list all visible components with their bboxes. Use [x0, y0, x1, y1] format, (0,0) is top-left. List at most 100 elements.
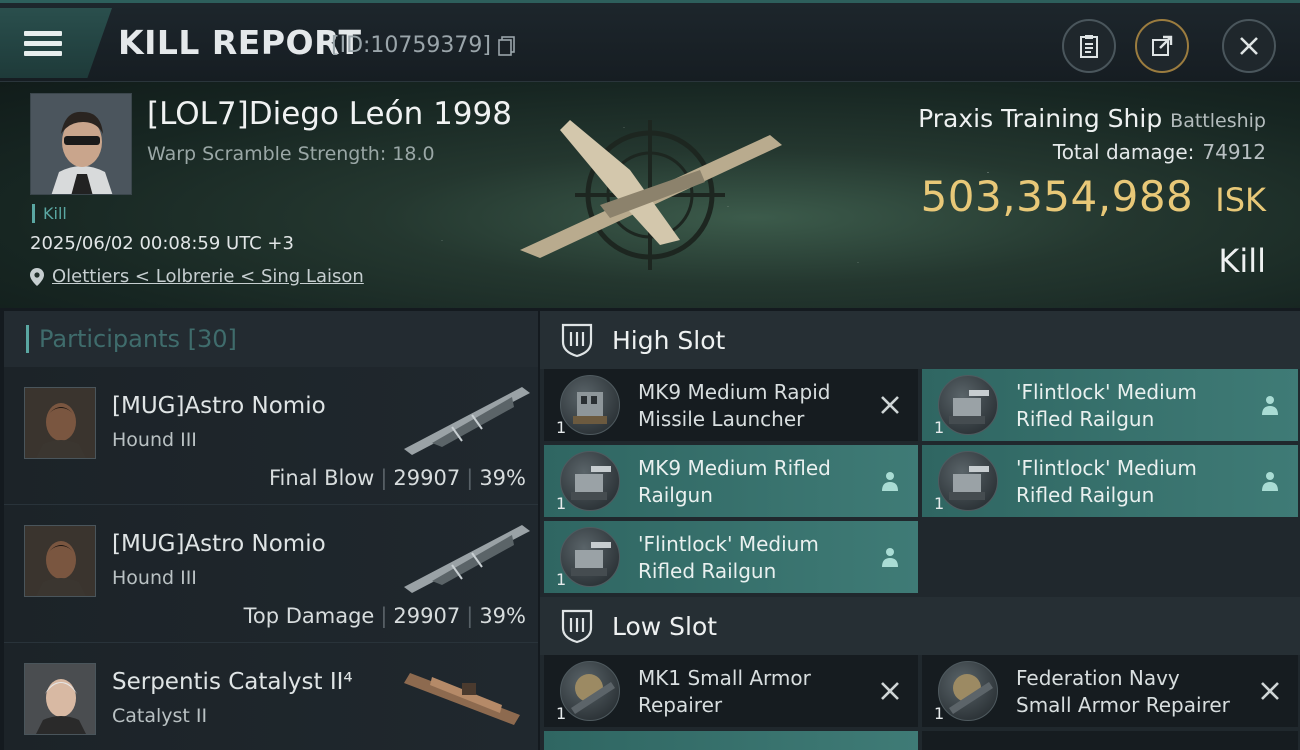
share-icon	[1152, 35, 1173, 56]
participant-ship: Hound III	[112, 567, 197, 589]
participants-panel: Participants [30] [MUG]Astro Nomio Hound…	[4, 311, 538, 750]
participant-row[interactable]: [MUG]Astro Nomio Hound III Final Blow | 29…	[4, 367, 538, 505]
module-quantity: 1	[934, 418, 945, 437]
module-item[interactable]: 1 'Flintlock' Medium Rifled Railgun	[922, 445, 1298, 517]
participant-damage-percent: 39%	[479, 466, 526, 490]
isk-unit: ISK	[1215, 181, 1266, 219]
close-icon	[1240, 37, 1258, 55]
destroyed-icon	[881, 396, 899, 414]
victim-panel: [LOL7]Diego León 1998 Warp Scramble Stre…	[0, 82, 1300, 308]
participant-avatar	[24, 387, 96, 459]
participant-name: [MUG]Astro Nomio	[112, 531, 326, 557]
module-item[interactable]: 1 'Flintlock' Medium Rifled Railgun	[922, 369, 1298, 441]
menu-button[interactable]	[0, 8, 112, 78]
warp-scramble-strength: Warp Scramble Strength: 18.0	[147, 143, 435, 165]
share-button[interactable]	[1135, 19, 1189, 73]
participant-name: Serpentis Catalyst II⁴	[112, 669, 353, 695]
participant-name: [MUG]Astro Nomio	[112, 393, 326, 419]
module-railgun-icon	[560, 451, 620, 511]
module-item[interactable]: 1 MK9 Medium Rapid Missile Launcher	[544, 369, 918, 441]
module-item[interactable]	[922, 731, 1298, 750]
empty-slot	[922, 521, 1298, 593]
participant-stats: Top Damage | 29907 | 39%	[244, 604, 526, 628]
clipboard-icon	[1080, 35, 1098, 58]
module-railgun-icon	[938, 451, 998, 511]
dropped-person-icon	[1262, 396, 1278, 415]
victim-ship-image	[520, 120, 782, 270]
kill-location[interactable]: Olettiers < Lolbrerie < Sing Laison	[30, 266, 364, 287]
hamburger-icon	[24, 26, 62, 61]
participant-ship-image	[404, 525, 530, 593]
module-item[interactable]	[544, 731, 918, 750]
module-railgun-icon	[560, 527, 620, 587]
module-launcher-icon	[560, 375, 620, 435]
module-name: Federation Navy Small Armor Repairer	[1016, 666, 1230, 717]
destroyed-icon	[1261, 682, 1279, 700]
top-bar: KILL REPORT [ID:10759379]	[0, 0, 1300, 82]
participant-avatar	[24, 525, 96, 597]
participant-ship: Hound III	[112, 429, 197, 451]
participant-stats: Final Blow | 29907 | 39%	[269, 466, 526, 490]
participant-damage: 29907	[393, 604, 461, 628]
victim-ship-class: Battleship	[1170, 110, 1266, 132]
module-name: MK1 Small Armor Repairer	[638, 666, 811, 717]
separator: |	[380, 466, 388, 490]
module-armor-repairer-icon	[938, 661, 998, 721]
copy-icon[interactable]	[498, 36, 515, 56]
kill-datetime: 2025/06/02 00:08:59 UTC +3	[30, 233, 294, 254]
module-quantity: 1	[934, 704, 945, 723]
separator: |	[466, 466, 474, 490]
separator: |	[380, 604, 388, 628]
close-button[interactable]	[1222, 19, 1276, 73]
participant-ship-image	[404, 673, 520, 725]
kill-result: Kill	[1218, 242, 1266, 280]
victim-name[interactable]: [LOL7]Diego León 1998	[147, 96, 512, 132]
module-armor-repairer-icon	[560, 661, 620, 721]
participants-label: Participants [30]	[39, 325, 237, 353]
module-item[interactable]: 1 Federation Navy Small Armor Repairer	[922, 655, 1298, 727]
location-link[interactable]: Olettiers < Lolbrerie < Sing Laison	[52, 266, 364, 287]
high-slot-icon	[561, 323, 593, 358]
participant-avatar	[24, 663, 96, 735]
victim-ship-name: Praxis Training Ship	[918, 104, 1163, 133]
participant-role: Top Damage	[243, 604, 375, 628]
total-damage-value: 74912	[1202, 140, 1266, 164]
module-item[interactable]: 1 MK9 Medium Rifled Railgun	[544, 445, 918, 517]
module-quantity: 1	[934, 494, 945, 513]
participant-row[interactable]: Serpentis Catalyst II⁴ Catalyst II	[4, 643, 538, 750]
total-damage: Total damage: 74912	[1053, 140, 1266, 164]
participant-role: Final Blow	[269, 466, 375, 490]
participants-header[interactable]: Participants [30]	[4, 311, 538, 367]
clipboard-button[interactable]	[1062, 19, 1116, 73]
module-quantity: 1	[556, 570, 567, 589]
kill-id: [ID:10759379]	[331, 33, 491, 58]
participant-ship: Catalyst II	[112, 705, 208, 727]
module-quantity: 1	[556, 704, 567, 723]
module-name: MK9 Medium Rapid Missile Launcher	[638, 380, 831, 431]
kill-tag: Kill	[32, 204, 67, 223]
module-name: 'Flintlock' Medium Rifled Railgun	[638, 532, 819, 583]
module-item[interactable]: 1 MK1 Small Armor Repairer	[544, 655, 918, 727]
low-slot-grid: 1 MK1 Small Armor Repairer 1 Federation …	[540, 655, 1300, 750]
participant-damage-percent: 39%	[479, 604, 526, 628]
portrait-image	[31, 94, 131, 194]
module-railgun-icon	[938, 375, 998, 435]
total-damage-label: Total damage:	[1052, 140, 1195, 164]
fitting-panel: High Slot 1 MK9 Medium Rapid Missile Lau…	[540, 311, 1300, 750]
dropped-person-icon	[882, 472, 898, 491]
high-slot-label: High Slot	[612, 325, 726, 355]
module-item[interactable]: 1 'Flintlock' Medium Rifled Railgun	[544, 521, 918, 593]
separator: |	[466, 604, 474, 628]
high-slot-grid: 1 MK9 Medium Rapid Missile Launcher 1 'F…	[540, 369, 1300, 593]
victim-ship[interactable]: Praxis Training Ship Battleship	[918, 104, 1266, 133]
module-name: 'Flintlock' Medium Rifled Railgun	[1016, 456, 1197, 507]
destroyed-icon	[881, 682, 899, 700]
module-name: MK9 Medium Rifled Railgun	[638, 456, 831, 507]
victim-avatar[interactable]	[30, 93, 132, 195]
low-slot-icon	[561, 609, 593, 644]
page-title: KILL REPORT	[118, 23, 362, 62]
participant-row[interactable]: [MUG]Astro Nomio Hound III Top Damage | 29…	[4, 505, 538, 643]
header-accent	[26, 325, 29, 353]
dropped-person-icon	[1262, 472, 1278, 491]
location-pin-icon	[30, 267, 44, 286]
